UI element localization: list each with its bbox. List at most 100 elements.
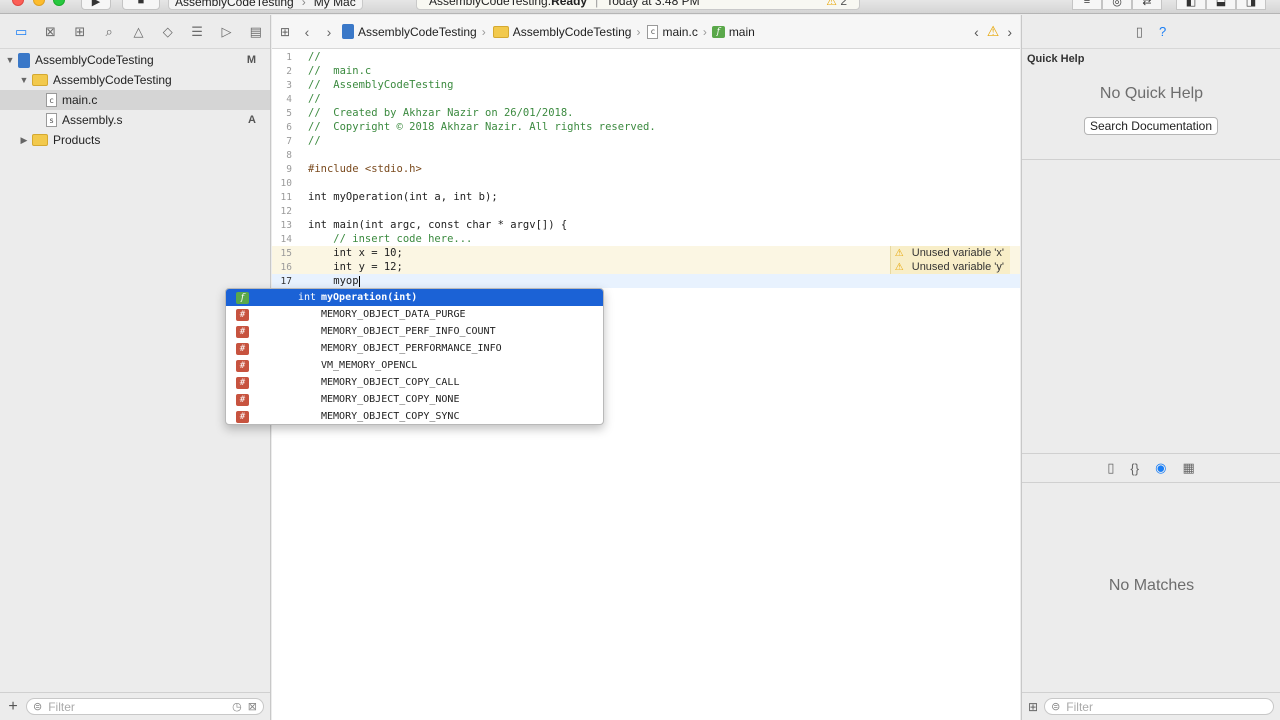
navigator-filter-input[interactable]: ⊜ Filter ◷ ⊠ [26, 698, 264, 715]
source-control-icon[interactable]: ⊠ [36, 22, 64, 42]
function-icon: f [711, 25, 725, 38]
completion-item[interactable]: # MEMORY_OBJECT_DATA_PURGE [226, 306, 603, 323]
code-completion-popup[interactable]: f int myOperation(int) # MEMORY_OBJECT_DATA… [225, 288, 604, 425]
zoom-window-button[interactable] [53, 0, 65, 6]
disclosure-down-icon[interactable]: ▼ [18, 75, 30, 85]
quick-help-icon[interactable]: ? [1159, 24, 1166, 39]
recent-files-icon[interactable]: ◷ [232, 700, 242, 713]
debug-list-icon[interactable]: ☰ [183, 22, 211, 42]
file-template-icon[interactable]: ▯ [1107, 460, 1114, 476]
xcode-project-icon [342, 24, 354, 39]
tree-item-label: AssemblyCodeTesting [53, 73, 172, 87]
toggle-debug-icon[interactable]: ⬓ [1206, 0, 1236, 10]
panel-toggle-segments: ◧ ⬓ ◨ [1176, 0, 1266, 10]
completion-item[interactable]: # MEMORY_OBJECT_COPY_SYNC [226, 408, 603, 424]
warning-icon[interactable]: ⚠ [987, 23, 1000, 40]
completion-item[interactable]: # MEMORY_OBJECT_PERFORMANCE_INFO [226, 340, 603, 357]
stop-icon: ■ [137, 0, 145, 7]
symbol-hierarchy-icon[interactable]: ⊞ [66, 22, 94, 42]
scheme-selector[interactable]: AssemblyCodeTesting › My Mac [168, 0, 363, 10]
media-library-icon[interactable]: ▦ [1182, 460, 1194, 476]
breadcrumb-group[interactable]: AssemblyCodeTesting [513, 25, 632, 39]
filter-placeholder: Filter [1066, 699, 1093, 714]
macro-icon: # [236, 325, 249, 338]
completion-item[interactable]: # MEMORY_OBJECT_COPY_NONE [226, 391, 603, 408]
add-file-icon[interactable]: + [6, 698, 20, 716]
code-line: 2// main.c [286, 65, 372, 77]
code-snippet-icon[interactable]: {} [1130, 461, 1139, 476]
search-documentation-button[interactable]: Search Documentation [1084, 117, 1218, 135]
folder-icon [492, 25, 509, 38]
report-bubble-icon[interactable]: ▤ [242, 22, 270, 42]
scheme-device-label[interactable]: My Mac [314, 0, 356, 9]
version-editor-icon[interactable]: ⇄ [1132, 0, 1162, 10]
navigator-selector-bar: ▭ ⊠ ⊞ ⌕ △ ◇ ☰ ▷ ▤ [0, 15, 270, 49]
code-line: 13 int main(int argc, const char * argv[]… [280, 219, 568, 231]
xcode-project-icon [18, 52, 30, 68]
tree-item-label: Assembly.s [62, 113, 123, 127]
issue-warning-icon[interactable]: △ [124, 22, 152, 42]
folder-icon [32, 74, 48, 86]
scm-filter-icon[interactable]: ⊠ [248, 700, 257, 713]
search-icon[interactable]: ⌕ [95, 22, 123, 42]
related-items-icon[interactable]: ⊞ [280, 25, 296, 39]
completion-item[interactable]: # MEMORY_OBJECT_COPY_CALL [226, 374, 603, 391]
macro-icon: # [236, 359, 249, 372]
run-button[interactable]: ▶ [81, 0, 111, 10]
minimize-window-button[interactable] [33, 0, 45, 6]
breadcrumb-symbol[interactable]: main [729, 25, 755, 39]
completion-item[interactable]: f int myOperation(int) [226, 289, 603, 306]
modified-badge: M [246, 54, 256, 66]
code-line: 12 [280, 205, 292, 217]
breadcrumb-file[interactable]: main.c [662, 25, 697, 39]
library-filter-bar: ⊞ ⊜ Filter [1022, 692, 1280, 720]
tree-item-project[interactable]: ▼ AssemblyCodeTesting M [0, 50, 270, 70]
test-diamond-icon[interactable]: ◇ [154, 22, 182, 42]
object-library-icon[interactable]: ◉ [1155, 460, 1166, 476]
grid-view-icon[interactable]: ⊞ [1028, 700, 1038, 714]
status-prefix: AssemblyCodeTesting: [429, 0, 552, 8]
back-arrow-icon[interactable]: ‹ [296, 24, 318, 40]
code-line: 8 [286, 149, 292, 161]
toggle-navigator-icon[interactable]: ◧ [1176, 0, 1206, 10]
filter-placeholder: Filter [48, 699, 75, 714]
code-area[interactable]: 1// 2// main.c 3// AssemblyCodeTesting 4… [272, 50, 1020, 288]
tree-item-assembly-s[interactable]: s Assembly.s A [0, 110, 270, 130]
tree-item-group[interactable]: ▼ AssemblyCodeTesting [0, 70, 270, 90]
code-line: 14 // insert code here... [280, 233, 473, 245]
quick-help-title: Quick Help [1027, 53, 1085, 65]
code-line: 16 int y = 12; ⚠ Unused variable 'y' [272, 260, 1020, 274]
disclosure-down-icon[interactable]: ▼ [4, 55, 16, 65]
breakpoint-icon[interactable]: ▷ [212, 22, 240, 42]
code-line: 7// [286, 135, 321, 147]
completion-item[interactable]: # MEMORY_OBJECT_PERF_INFO_COUNT [226, 323, 603, 340]
breadcrumb-project[interactable]: AssemblyCodeTesting [358, 25, 477, 39]
warning-count-badge[interactable]: ⚠ 2 [826, 0, 847, 8]
tree-item-label: main.c [62, 93, 98, 107]
previous-issue-icon[interactable]: ‹ [974, 24, 979, 40]
forward-arrow-icon[interactable]: › [318, 24, 340, 40]
toggle-utilities-icon[interactable]: ◨ [1236, 0, 1266, 10]
stop-button[interactable]: ■ [122, 0, 160, 10]
close-window-button[interactable] [12, 0, 24, 6]
scheme-target-label[interactable]: AssemblyCodeTesting [175, 0, 294, 9]
filter-icon: ⊜ [1051, 701, 1061, 713]
warning-icon: ⚠ [894, 261, 904, 273]
tree-item-products[interactable]: ▶ Products [0, 130, 270, 150]
library-filter-input[interactable]: ⊜ Filter [1044, 698, 1274, 715]
disclosure-right-icon[interactable]: ▶ [18, 135, 30, 146]
file-tree: ▼ AssemblyCodeTesting M ▼ AssemblyCodeTe… [0, 50, 270, 150]
file-inspector-icon[interactable]: ▯ [1136, 24, 1143, 40]
tree-item-main-c[interactable]: c main.c [0, 90, 270, 110]
completion-item[interactable]: # VM_MEMORY_OPENCL [226, 357, 603, 374]
issue-annotation[interactable]: ⚠ Unused variable 'y' [889, 260, 1010, 274]
issue-annotation[interactable]: ⚠ Unused variable 'x' [889, 246, 1010, 260]
code-line: 5// Created by Akhzar Nazir on 26/01/201… [286, 107, 574, 119]
next-issue-icon[interactable]: › [1007, 24, 1012, 40]
folder-icon[interactable]: ▭ [7, 22, 35, 42]
macro-icon: # [236, 393, 249, 406]
standard-editor-icon[interactable]: ≡ [1072, 0, 1102, 10]
macro-icon: # [236, 342, 249, 355]
assistant-editor-icon[interactable]: ◎ [1102, 0, 1132, 10]
divider[interactable] [1022, 159, 1280, 160]
